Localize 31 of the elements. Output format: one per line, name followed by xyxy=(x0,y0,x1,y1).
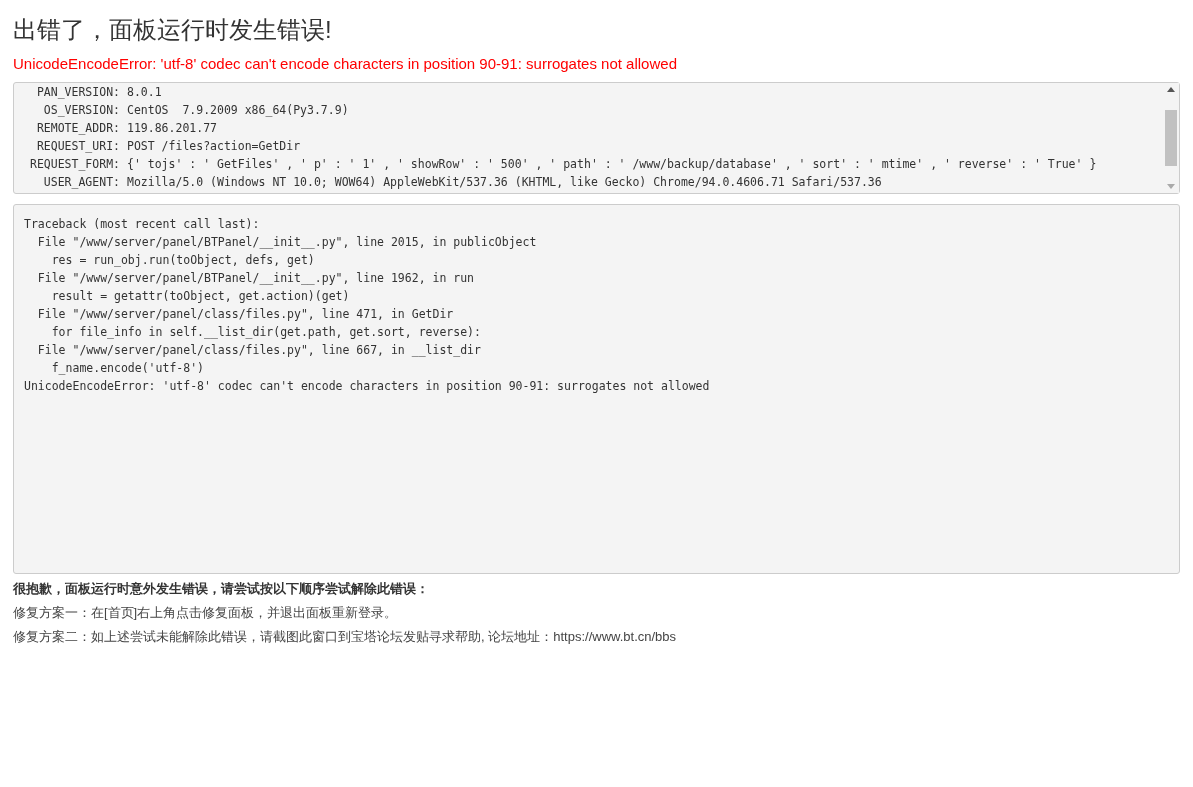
help-heading: 很抱歉，面板运行时意外发生错误，请尝试按以下顺序尝试解除此错误： xyxy=(13,580,430,598)
traceback-line: UnicodeEncodeError: 'utf-8' codec can't encode characters in position 90-91: surrogates not allowed xyxy=(24,378,710,395)
scroll-up-icon[interactable] xyxy=(1167,87,1175,92)
scrollbar-thumb[interactable] xyxy=(1165,110,1177,166)
traceback-line: File "/www/server/panel/BTPanel/__init__.py", line 1962, in run xyxy=(36,270,475,287)
scroll-down-icon[interactable] xyxy=(1167,184,1175,189)
environment-key: OS_VERSION: xyxy=(22,101,120,119)
traceback-line: for file_info in self.__list_dir(get.path, get.sort, reverse): xyxy=(50,324,481,341)
traceback-line: File "/www/server/panel/class/files.py", line 471, in GetDir xyxy=(36,306,454,323)
environment-key: REQUEST_FORM: xyxy=(22,155,120,173)
help-step: 修复方案一：在[首页]右上角点击修复面板，并退出面板重新登录。 xyxy=(13,602,1180,624)
traceback-line: res = run_obj.run(toObject, defs, get) xyxy=(50,252,315,269)
error-message: UnicodeEncodeError: 'utf-8' codec can't encode characters in position 90-91: surrogates not allowed xyxy=(13,54,678,74)
traceback-line: Traceback (most recent call last): xyxy=(24,216,260,233)
environment-key: USER_AGENT: xyxy=(22,173,120,191)
page-title: 出错了，面板运行时发生错误! xyxy=(13,15,333,45)
scrollbar[interactable] xyxy=(1163,83,1179,193)
help-step: 修复方案二：如上述尝试未能解除此错误，请截图此窗口到宝塔论坛发贴寻求帮助, 论坛地址：https://www.bt.cn/bbs xyxy=(13,626,1180,648)
environment-key: REMOTE_ADDR: xyxy=(22,119,120,137)
environment-key: PAN_VERSION: xyxy=(22,83,120,101)
environment-value: CentOS 7.9.2009 x86_64(Py3.7.9) xyxy=(127,102,349,119)
traceback-line: result = getattr(toObject, get.action)(get) xyxy=(50,288,350,305)
traceback-line: f_name.encode('utf-8') xyxy=(50,360,204,377)
environment-value: {' tojs' : ' GetFiles' , ' p' : ' 1' , ' showRow' : ' 500' , ' path' : ' /www/backup/database' , ' sort' : ' mtime' , ' reverse' : ' True' } xyxy=(127,156,1097,173)
environment-value: 119.86.201.77 xyxy=(127,120,217,137)
environment-key: REQUEST_URI: xyxy=(22,137,120,155)
environment-value: Mozilla/5.0 (Windows NT 10.0; WOW64) AppleWebKit/537.36 (KHTML, like Gecko) Chrome/94.0.4606.71 Safari/537.36 xyxy=(127,174,882,191)
traceback-line: File "/www/server/panel/BTPanel/__init__.py", line 2015, in publicObject xyxy=(36,234,537,251)
environment-value: 8.0.1 xyxy=(127,84,162,101)
environment-value: POST /files?action=GetDir xyxy=(127,138,301,155)
traceback-line: File "/www/server/panel/class/files.py", line 667, in __list_dir xyxy=(36,342,481,359)
